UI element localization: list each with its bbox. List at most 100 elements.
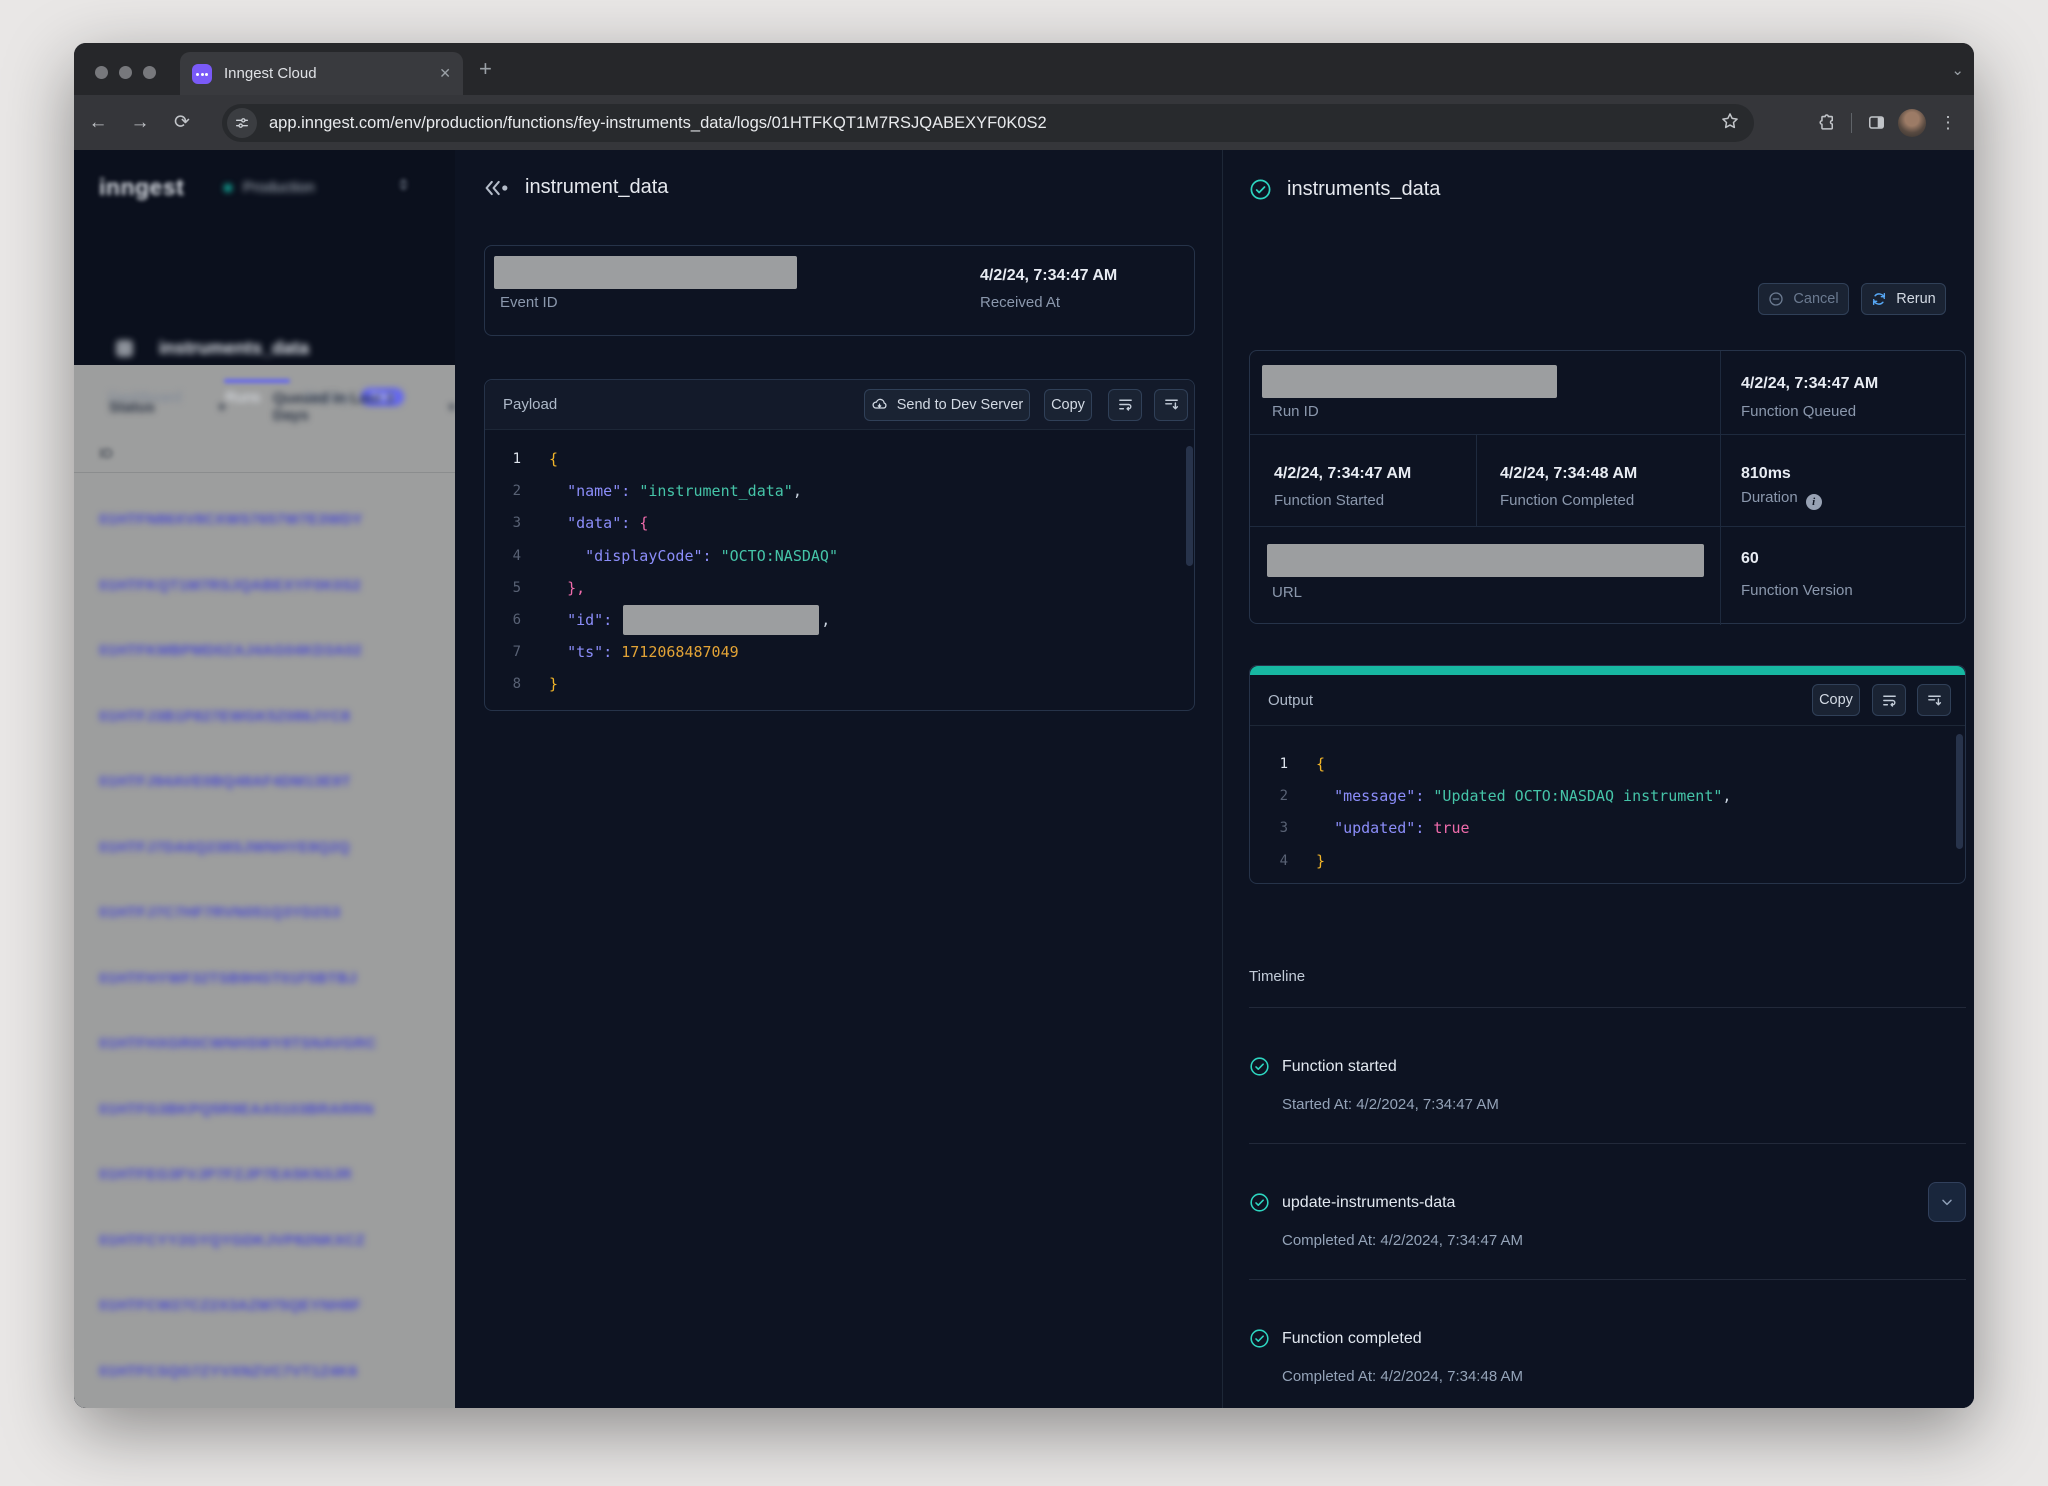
payload-scrollbar[interactable] bbox=[1186, 446, 1193, 566]
extensions-puzzle-icon[interactable] bbox=[1809, 113, 1845, 132]
word-wrap-icon[interactable] bbox=[1108, 389, 1142, 421]
run-panel: instruments_data Cancel bbox=[1223, 150, 1974, 1408]
duration-label: Durationi bbox=[1741, 489, 1822, 510]
forward-icon[interactable]: → bbox=[126, 112, 154, 134]
timeline-item: Function started Started At: 4/2/2024, 7:… bbox=[1249, 1008, 1966, 1144]
timeline-item-title: update-instruments-data bbox=[1282, 1194, 1455, 1212]
redacted-event-id bbox=[494, 256, 797, 289]
browser-tab[interactable]: Inngest Cloud ✕ bbox=[180, 52, 463, 95]
line-number: 3 bbox=[495, 515, 521, 531]
site-settings-icon[interactable] bbox=[227, 108, 257, 138]
line-number: 3 bbox=[1262, 820, 1288, 836]
scroll-to-bottom-icon[interactable] bbox=[1917, 684, 1951, 716]
url-text: app.inngest.com/env/production/functions… bbox=[269, 114, 1720, 133]
address-bar[interactable]: app.inngest.com/env/production/functions… bbox=[222, 104, 1754, 142]
run-id-item[interactable]: 01HTFJ94AVE0BQ48AF4DM13E9T bbox=[99, 749, 455, 815]
timeline-item-timestamp: Started At: 4/2/2024, 7:34:47 AM bbox=[1282, 1096, 1966, 1113]
copy-output-button[interactable]: Copy bbox=[1812, 684, 1860, 716]
timeline-item-timestamp: Completed At: 4/2/2024, 7:34:47 AM bbox=[1282, 1232, 1966, 1249]
code-line: 3 "data": { bbox=[495, 507, 1175, 539]
profile-avatar[interactable] bbox=[1894, 109, 1930, 137]
run-id-item[interactable]: 01HTFJ7DA6Q238SJWNHYE8Q2Q bbox=[99, 815, 455, 881]
traffic-light-close[interactable] bbox=[95, 66, 108, 79]
received-at-value: 4/2/24, 7:34:47 AM bbox=[980, 267, 1117, 285]
line-number: 8 bbox=[495, 676, 521, 692]
traffic-light-zoom[interactable] bbox=[143, 66, 156, 79]
event-id-card: Event ID 4/2/24, 7:34:47 AM Received At bbox=[484, 245, 1195, 336]
cancel-button[interactable]: Cancel bbox=[1758, 283, 1849, 315]
run-id-item[interactable]: 01HTFHYWF32TSB9HGT01F5BTBJ bbox=[99, 946, 455, 1012]
timeline-item-title: Function started bbox=[1282, 1058, 1397, 1076]
event-icon bbox=[484, 178, 510, 198]
function-version-label: Function Version bbox=[1741, 582, 1853, 599]
function-title-row: instruments_data bbox=[116, 338, 309, 359]
environment-unfold-icon[interactable] bbox=[396, 177, 411, 197]
environment-switcher[interactable]: Production bbox=[224, 179, 315, 196]
inngest-app: inngest Production instruments_data Dash… bbox=[74, 150, 1974, 1408]
function-queued-label: Function Queued bbox=[1741, 403, 1856, 420]
cloud-icon bbox=[871, 396, 888, 413]
run-id-item[interactable]: 01HTFKQT1M7RSJQABEXYF0K0S2 bbox=[99, 553, 455, 619]
url-label: URL bbox=[1272, 584, 1302, 601]
copy-payload-button[interactable]: Copy bbox=[1044, 389, 1092, 421]
code-line: 2 "name": "instrument_data", bbox=[495, 475, 1175, 507]
timeline-item-title: Function completed bbox=[1282, 1330, 1422, 1348]
check-circle-icon bbox=[1249, 1056, 1270, 1077]
expand-step-button[interactable] bbox=[1928, 1182, 1966, 1222]
payload-card: Payload Send to Dev Server Copy bbox=[484, 379, 1195, 711]
run-id-item[interactable]: 01HTFN86XV8CXWS7657W7E3WDY bbox=[99, 487, 455, 553]
output-scrollbar[interactable] bbox=[1956, 734, 1963, 849]
code-line: 1{ bbox=[1262, 748, 1948, 780]
run-id-item[interactable]: 01HTFEG3FVJP7FZJP7EA5KN3JR bbox=[99, 1142, 455, 1208]
browser-menu-icon[interactable]: ⋮ bbox=[1930, 113, 1966, 133]
refresh-icon[interactable]: ⟳ bbox=[168, 111, 196, 134]
run-id-item[interactable]: 01HTFCR9KAPQP0R8PZK3MQNMXB bbox=[99, 1404, 455, 1408]
function-version-value: 60 bbox=[1741, 550, 1759, 568]
status-filter[interactable]: Status bbox=[109, 399, 155, 416]
sidebar: inngest Production instruments_data Dash… bbox=[74, 150, 455, 1408]
code-line: 1{ bbox=[495, 443, 1175, 475]
queued-filter[interactable]: Queued in Last 3 Days bbox=[273, 390, 423, 424]
check-circle-icon bbox=[1249, 1192, 1270, 1213]
event-id-label: Event ID bbox=[500, 294, 558, 311]
run-id-item[interactable]: 01HTFCYY2GYQYGDKJVP82NKXCZ bbox=[99, 1208, 455, 1274]
new-tab-button[interactable]: + bbox=[479, 58, 492, 80]
code-line: 4 "displayCode": "OCTO:NASDAQ" bbox=[495, 540, 1175, 572]
run-id-item[interactable]: 01HTFKMBPMD0ZAJ4AG04KD3A02 bbox=[99, 618, 455, 684]
timeline-section: Timeline Function startedStarted At: 4/2… bbox=[1249, 968, 1966, 1408]
run-id-item[interactable]: 01HTFJ7C7HF7RVN051Q3YD2S3 bbox=[99, 880, 455, 946]
rerun-button[interactable]: Rerun bbox=[1861, 283, 1946, 315]
word-wrap-icon[interactable] bbox=[1872, 684, 1906, 716]
function-started-value: 4/2/24, 7:34:47 AM bbox=[1274, 465, 1411, 483]
code-line: 4} bbox=[1262, 845, 1948, 877]
run-id-list: 01HTFN86XV8CXWS7657W7E3WDY01HTFKQT1M7RSJ… bbox=[99, 487, 455, 1408]
run-id-item[interactable]: 01HTFCSQG7ZYVXNZVC7VT1Z4K6 bbox=[99, 1339, 455, 1405]
browser-window: Inngest Cloud ✕ + ⌄ ← → ⟳ app.inngest.co… bbox=[74, 43, 1974, 1408]
inngest-logo: inngest bbox=[99, 174, 184, 201]
side-panel-icon[interactable] bbox=[1858, 113, 1894, 132]
bookmark-star-icon[interactable] bbox=[1720, 111, 1740, 136]
success-status-bar bbox=[1250, 666, 1965, 675]
line-number: 2 bbox=[495, 483, 521, 499]
list-divider bbox=[74, 472, 455, 473]
tab-search-chevron-icon[interactable]: ⌄ bbox=[1951, 61, 1964, 79]
run-id-item[interactable]: 01HTFJ3B1P827EWGK5Z086JYC8 bbox=[99, 684, 455, 750]
run-id-item[interactable]: 01HTFG3BKPQ5R9EAA5103BRARRN bbox=[99, 1077, 455, 1143]
payload-code: 1{2 "name": "instrument_data",3 "data": … bbox=[495, 443, 1175, 701]
run-id-item[interactable]: 01HTFHXGR0CWNHSWY8TSNAVGRC bbox=[99, 1011, 455, 1077]
back-icon[interactable]: ← bbox=[84, 112, 112, 134]
run-id-item[interactable]: 01HTFCW27CZ2X3AZM75QEYNH8F bbox=[99, 1273, 455, 1339]
scroll-to-bottom-icon[interactable] bbox=[1154, 389, 1188, 421]
toolbar-divider bbox=[1851, 113, 1852, 133]
send-to-dev-server-button[interactable]: Send to Dev Server bbox=[864, 389, 1030, 421]
traffic-light-minimize[interactable] bbox=[119, 66, 132, 79]
timeline-item: update-instruments-data Completed At: 4/2… bbox=[1249, 1144, 1966, 1280]
output-card: Output Copy 1{2 "message": "Updated OCTO… bbox=[1249, 665, 1966, 884]
function-started-label: Function Started bbox=[1274, 492, 1384, 509]
info-icon[interactable]: i bbox=[1806, 494, 1822, 510]
environment-status-dot bbox=[224, 184, 232, 192]
close-tab-icon[interactable]: ✕ bbox=[439, 65, 451, 82]
function-square-icon bbox=[116, 340, 133, 357]
check-circle-icon bbox=[1249, 178, 1272, 201]
line-number: 5 bbox=[495, 580, 521, 596]
